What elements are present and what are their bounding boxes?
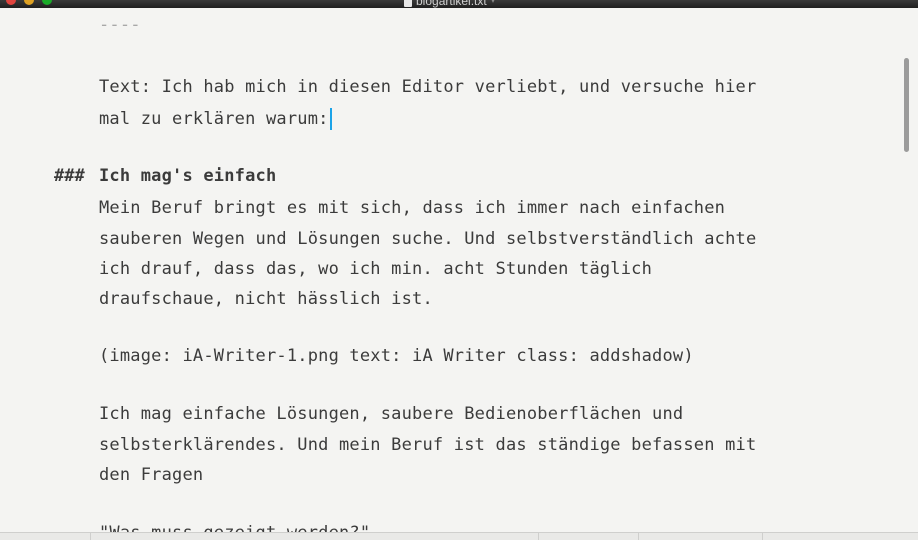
close-window-button[interactable] [6, 0, 16, 5]
text-line[interactable]: Mein Beruf bringt es mit sich, dass ich … [99, 197, 725, 219]
text-line-partial[interactable]: "Was muss gezeigt werden?" [99, 522, 370, 532]
text-cursor [329, 108, 332, 130]
text-line[interactable]: den Fragen [99, 464, 203, 486]
text-line-with-cursor[interactable]: mal zu erklären warum: [99, 108, 332, 130]
document-icon [404, 0, 412, 7]
text-line[interactable]: Ich mag einfache Lösungen, saubere Bedie… [99, 403, 683, 425]
image-reference-line[interactable]: (image: iA-Writer-1.png text: iA Writer … [99, 345, 694, 367]
app-window: blogartikel.txt ▾ ---- Text: Ich hab mic… [0, 0, 918, 540]
status-divider [538, 533, 539, 540]
text-editor[interactable]: ---- Text: Ich hab mich in diesen Editor… [0, 8, 918, 532]
text-line[interactable]: sauberen Wegen und Lösungen suche. Und s… [99, 228, 756, 250]
separator-line[interactable]: ---- [99, 14, 141, 36]
chevron-down-icon[interactable]: ▾ [491, 0, 496, 8]
text-line[interactable]: ich drauf, dass das, wo ich min. acht St… [99, 258, 652, 280]
text-line[interactable]: draufschaue, nicht hässlich ist. [99, 288, 433, 310]
window-title: blogartikel.txt [416, 0, 487, 8]
status-divider [90, 533, 91, 540]
text-line[interactable]: selbsterklärendes. Und mein Beruf ist da… [99, 434, 756, 456]
text-line[interactable]: Text: Ich hab mich in diesen Editor verl… [99, 76, 756, 98]
status-bar [0, 532, 918, 540]
text-line-content: mal zu erklären warum: [99, 109, 329, 129]
title-bar: blogartikel.txt ▾ [0, 0, 918, 8]
minimize-window-button[interactable] [24, 0, 34, 5]
status-divider [762, 533, 763, 540]
heading-line[interactable]: Ich mag's einfach [99, 165, 276, 187]
heading-marker[interactable]: ### [54, 165, 85, 187]
status-divider [638, 533, 639, 540]
zoom-window-button[interactable] [42, 0, 52, 5]
vertical-scrollbar[interactable] [904, 58, 909, 152]
window-title-area[interactable]: blogartikel.txt ▾ [404, 0, 495, 8]
